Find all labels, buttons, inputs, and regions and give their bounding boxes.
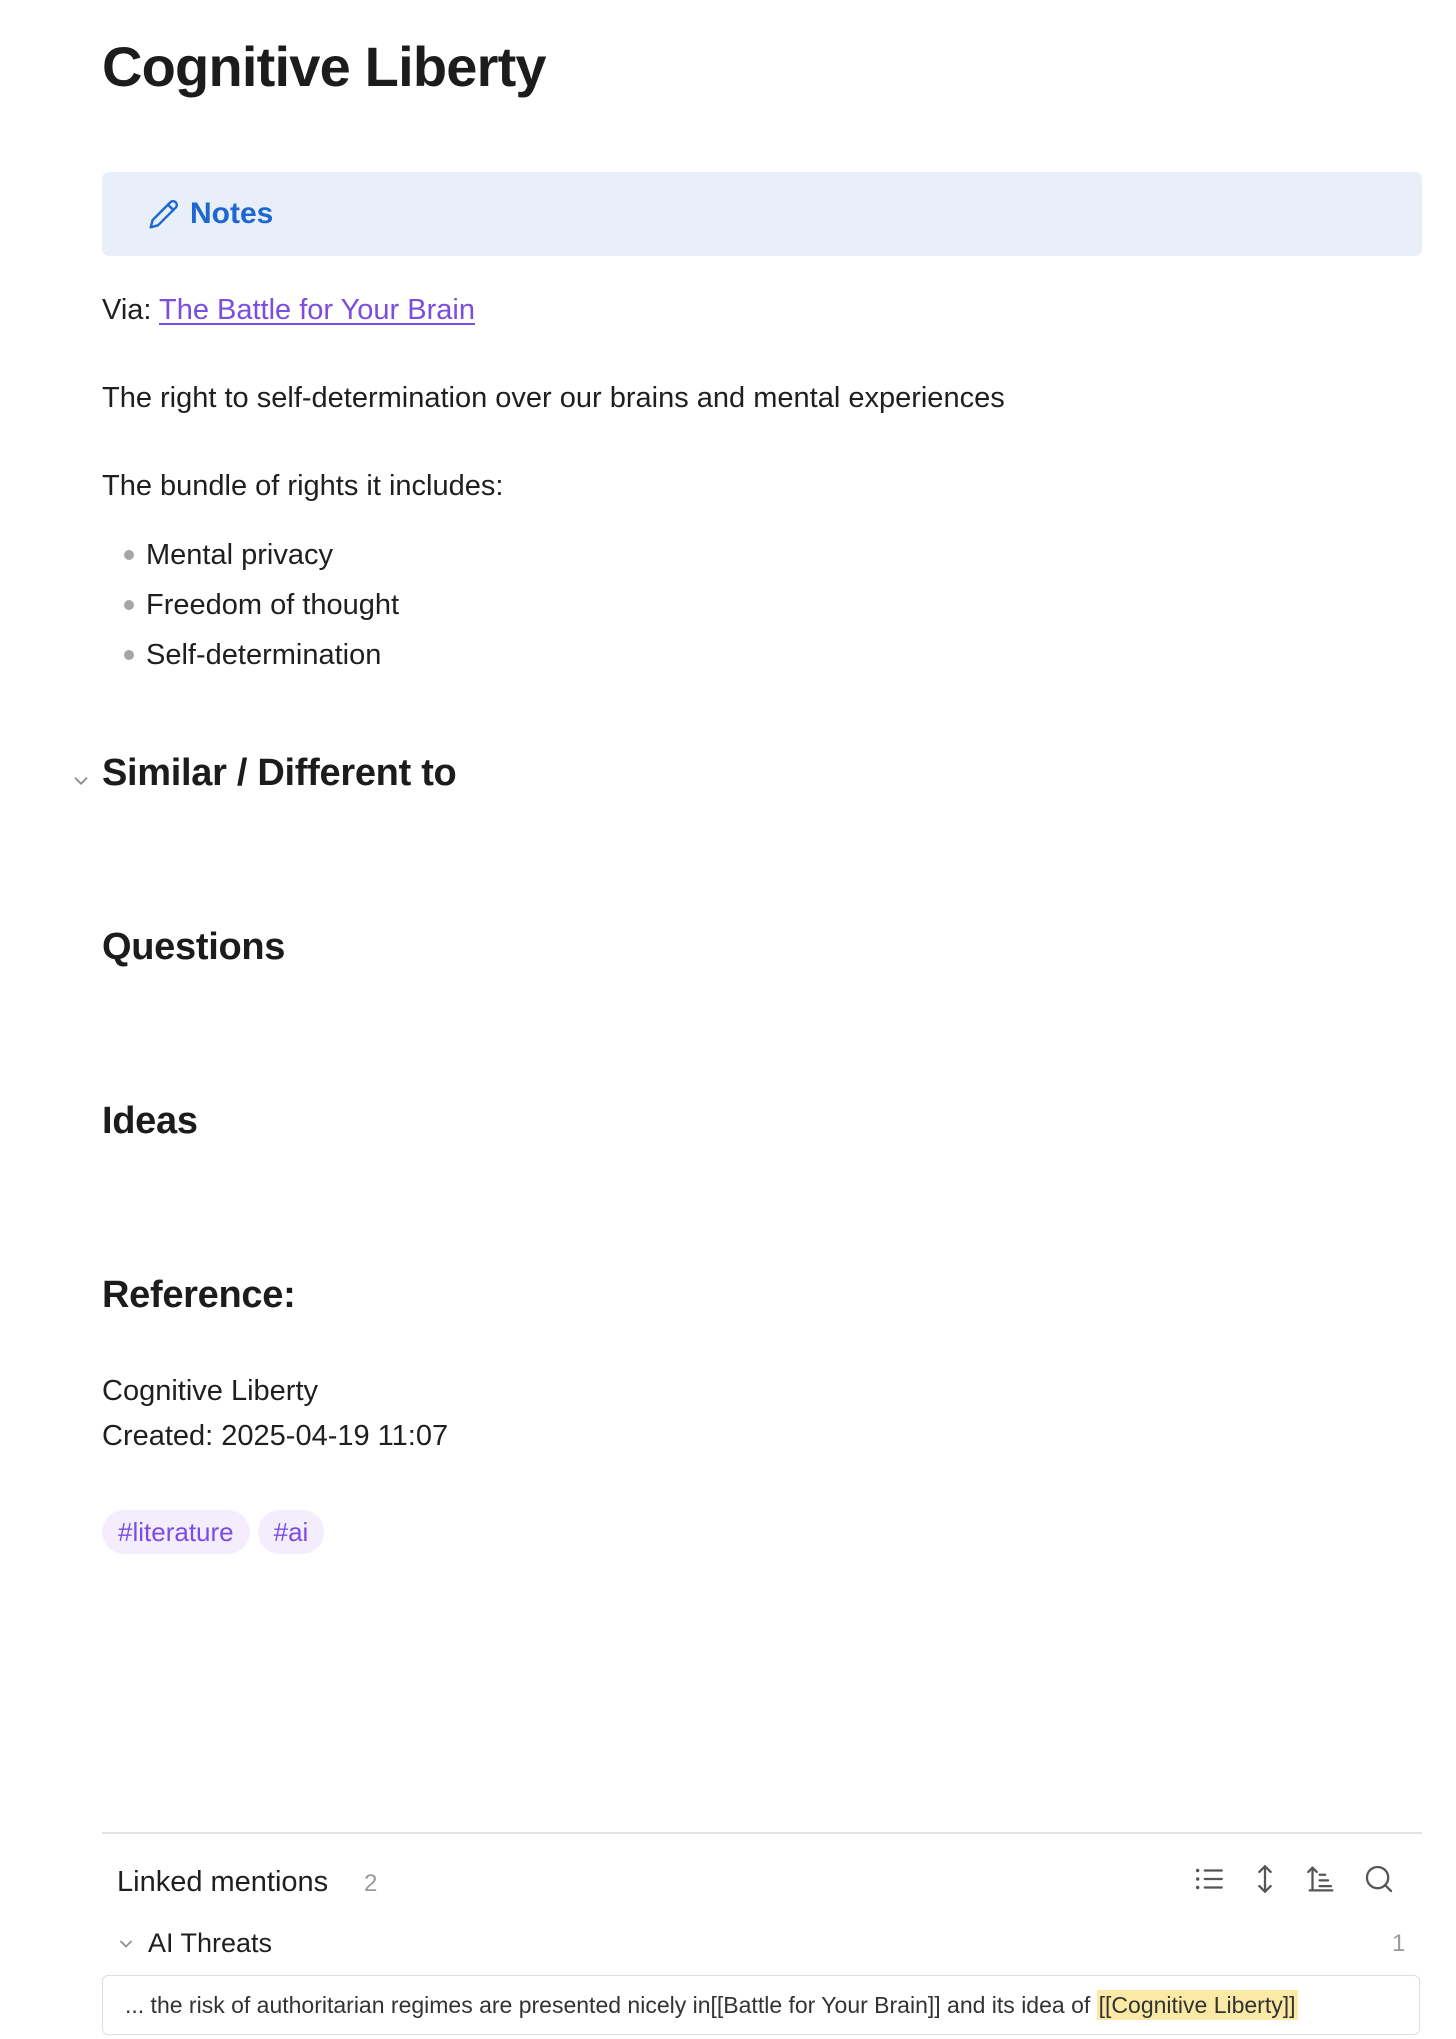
via-label: Via: — [102, 294, 152, 326]
note-page: Cognitive Liberty Notes Via: The Battle … — [0, 0, 1456, 2039]
pencil-icon — [149, 200, 178, 229]
tag-ai[interactable]: #ai — [257, 1510, 325, 1554]
search-icon[interactable] — [1362, 1862, 1396, 1896]
list-icon[interactable] — [1192, 1862, 1226, 1896]
created-date: Created: 2025-04-19 11:07 — [102, 1420, 449, 1452]
linked-mentions-title: Linked mentions — [117, 1866, 329, 1898]
reference-name: Cognitive Liberty — [102, 1375, 318, 1407]
fold-chevron-icon[interactable] — [70, 770, 92, 792]
bullet-icon — [124, 600, 134, 610]
list-item: Self-determination — [124, 630, 399, 680]
list-item: Mental privacy — [124, 530, 399, 580]
linked-mentions-count: 2 — [364, 1870, 378, 1897]
heading-ideas[interactable]: Ideas — [102, 1100, 198, 1143]
sort-icon[interactable] — [1304, 1862, 1338, 1896]
mention-group-title[interactable]: AI Threats — [148, 1928, 272, 1959]
tag-literature[interactable]: #literature — [102, 1510, 250, 1554]
expand-vertical-icon[interactable] — [1248, 1862, 1282, 1896]
heading-similar[interactable]: Similar / Different to — [102, 752, 457, 795]
bundle-intro: The bundle of rights it includes: — [102, 470, 504, 502]
snippet-highlight: [[Cognitive Liberty]] — [1096, 1990, 1298, 2020]
page-title[interactable]: Cognitive Liberty — [102, 34, 547, 99]
divider — [102, 1832, 1422, 1834]
bullet-icon — [124, 550, 134, 560]
callout-title: Notes — [190, 197, 274, 230]
heading-reference[interactable]: Reference: — [102, 1274, 296, 1317]
tag-list: #literature #ai — [102, 1510, 325, 1554]
heading-questions[interactable]: Questions — [102, 926, 285, 969]
mention-group-count: 1 — [1392, 1930, 1406, 1957]
notes-callout[interactable]: Notes — [102, 172, 1422, 256]
via-link[interactable]: The Battle for Your Brain — [159, 294, 475, 326]
chevron-down-icon[interactable] — [116, 1934, 136, 1954]
mention-snippet[interactable]: ... the risk of authoritarian regimes ar… — [102, 1975, 1420, 2035]
definition-text: The right to self-determination over our… — [102, 382, 1005, 414]
snippet-text: ... the risk of authoritarian regimes ar… — [125, 1992, 1097, 2018]
rights-list: Mental privacy Freedom of thought Self-d… — [124, 530, 399, 680]
bullet-icon — [124, 650, 134, 660]
via-line: Via: The Battle for Your Brain — [102, 291, 475, 329]
list-item: Freedom of thought — [124, 580, 399, 630]
